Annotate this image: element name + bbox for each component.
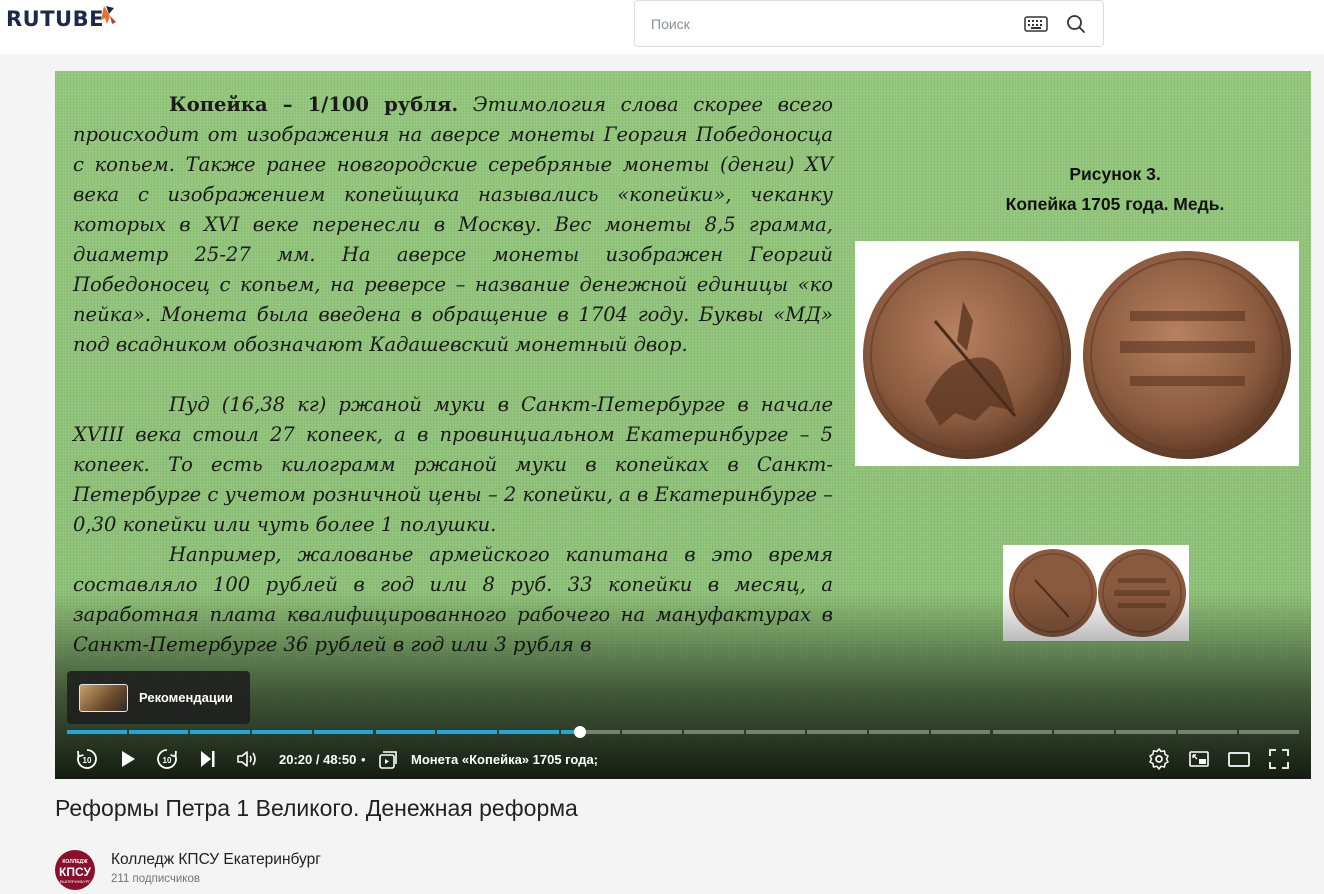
progress-scrubber[interactable] <box>573 726 586 738</box>
rewind-10-icon[interactable]: 10 <box>75 747 99 771</box>
progress-segment[interactable] <box>622 730 682 734</box>
subscriber-count: 211 подписчиков <box>111 873 200 885</box>
video-player[interactable]: Копейка – 1/100 рубля. Этимология слова … <box>55 71 1311 779</box>
progress-segment[interactable] <box>1239 730 1299 734</box>
slide-paragraph-1-heading: Копейка – 1/100 рубля. <box>169 93 459 116</box>
theater-mode-icon[interactable] <box>1227 747 1251 771</box>
progress-bar[interactable] <box>67 726 1299 738</box>
progress-segment-played <box>128 730 189 734</box>
progress-segment[interactable] <box>807 730 868 734</box>
slide-paragraph-2: Пуд (16,38 кг) ржаной муки в Санкт-Петер… <box>73 393 833 536</box>
progress-segment[interactable] <box>930 730 991 734</box>
ribbon-icon <box>100 6 116 24</box>
slide-paragraph-1-body: Этимология слова скорее всего происходит… <box>73 93 833 356</box>
slide-text: Копейка – 1/100 рубля. Этимология слова … <box>73 90 833 660</box>
next-icon[interactable] <box>195 747 219 771</box>
miniplayer-icon[interactable] <box>1187 747 1211 771</box>
progress-segment[interactable] <box>1054 730 1114 734</box>
progress-segment[interactable] <box>992 730 1053 734</box>
progress-segment[interactable] <box>684 730 744 734</box>
video-title: Реформы Петра 1 Великого. Денежная рефор… <box>55 795 578 821</box>
channel-name[interactable]: Колледж КПСУ Екатеринбург <box>111 851 321 869</box>
logo-text: RUTUBE <box>6 7 104 31</box>
svg-text:10: 10 <box>163 756 172 765</box>
slide-paragraph-1: Копейка – 1/100 рубля. Этимология слова … <box>73 90 833 360</box>
play-icon[interactable] <box>115 747 139 771</box>
progress-segment[interactable] <box>745 730 806 734</box>
search-box <box>634 0 1104 47</box>
volume-icon[interactable] <box>235 747 259 771</box>
progress-segment-played <box>498 730 559 734</box>
chapter-title[interactable]: Монета «Копейка» 1705 года; <box>411 741 598 779</box>
progress-segment-played <box>375 730 436 734</box>
progress-segment[interactable] <box>1177 730 1238 734</box>
keyboard-icon[interactable] <box>1024 15 1048 33</box>
player-controls: 10 10 20:20 / 48:50 • Монета «Копейка» 1… <box>55 741 1311 779</box>
channel-avatar[interactable]: КОЛЛЕДЖ КПСУ ЕКАТЕРИНБУРГ <box>55 850 95 890</box>
progress-segment[interactable] <box>869 730 929 734</box>
progress-segment[interactable] <box>1115 730 1176 734</box>
progress-segment-played <box>313 730 374 734</box>
svg-text:10: 10 <box>83 756 92 765</box>
progress-segment-played <box>190 730 251 734</box>
figure-caption: Рисунок 3. Копейка 1705 года. Медь. <box>915 159 1311 219</box>
forward-10-icon[interactable]: 10 <box>155 747 179 771</box>
search-icon[interactable] <box>1065 13 1087 35</box>
recommendations-button[interactable]: Рекомендации <box>67 671 250 724</box>
recommendations-label: Рекомендации <box>139 690 233 705</box>
recommendations-thumbnail <box>79 684 128 712</box>
progress-segment-played <box>67 730 127 734</box>
chapters-icon[interactable] <box>377 749 399 771</box>
fullscreen-icon[interactable] <box>1267 747 1291 771</box>
coin-image-large <box>855 241 1299 466</box>
figure-caption-line-2: Копейка 1705 года. Медь. <box>1005 194 1225 214</box>
search-input[interactable] <box>651 1 1011 46</box>
figure-caption-line-1: Рисунок 3. <box>1069 164 1161 184</box>
progress-segment-played <box>437 730 497 734</box>
time-display: 20:20 / 48:50 <box>279 752 357 767</box>
settings-gear-icon[interactable] <box>1147 747 1171 771</box>
separator-dot: • <box>361 752 366 767</box>
progress-segment-played <box>252 730 312 734</box>
top-bar: RUTUBE <box>0 0 1324 54</box>
rutube-logo[interactable]: RUTUBE <box>6 4 118 34</box>
